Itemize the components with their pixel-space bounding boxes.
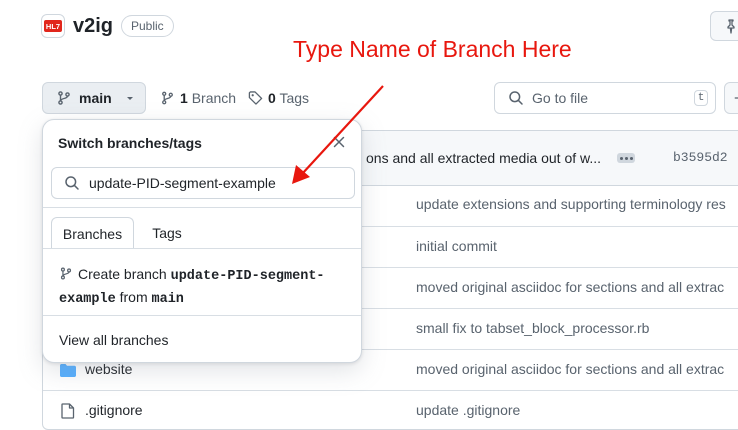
file-row[interactable]: .gitignore update .gitignore [43,390,738,429]
divider [43,207,361,208]
source-branch-name: main [151,292,184,307]
file-commit-message[interactable]: initial commit [416,238,497,254]
latest-commit-message[interactable]: ons and all extracted media out of w... [366,150,601,166]
branch-filter-field[interactable] [51,167,355,199]
org-logo[interactable]: HL7 [41,14,65,38]
search-icon [509,91,523,105]
divider [43,315,361,316]
branches-link[interactable]: 1 Branch [160,89,236,107]
tag-count-label: Tags [279,90,310,106]
hl7-logo-icon: HL7 [44,20,62,32]
commit-expand-button[interactable] [617,153,635,163]
file-name[interactable]: .gitignore [85,402,143,418]
close-icon [333,136,345,148]
pin-icon [727,19,735,34]
create-branch-prefix: Create branch [78,266,167,282]
view-all-branches-link[interactable]: View all branches [59,332,168,348]
plus-icon [734,97,738,99]
file-commit-message[interactable]: moved original asciidoc for sections and… [416,279,724,295]
file-name[interactable]: website [85,361,132,377]
create-branch-option[interactable]: Create branch update-PID-segment-example… [59,264,349,310]
file-icon [61,403,75,419]
file-commit-message[interactable]: update .gitignore [416,402,520,418]
keyboard-shortcut-hint: t [694,90,708,106]
repo-name[interactable]: v2ig [73,13,113,39]
visibility-badge: Public [121,15,174,37]
file-commit-message[interactable]: update extensions and supporting termino… [416,196,726,212]
tab-tags[interactable]: Tags [141,217,193,249]
add-file-button[interactable] [724,82,738,114]
file-commit-message[interactable]: moved original asciidoc for sections and… [416,361,724,377]
dropdown-title: Switch branches/tags [58,135,202,151]
git-branch-icon [162,91,173,105]
git-branch-icon [60,267,72,280]
branch-count-number: 1 [180,90,188,106]
git-branch-icon [58,91,70,105]
tag-icon [248,91,263,105]
pin-button[interactable] [710,11,738,41]
tag-count-number: 0 [268,90,276,106]
tab-branches[interactable]: Branches [51,217,134,249]
branch-filter-input[interactable] [89,175,339,191]
caret-down-icon [126,97,133,100]
tags-link[interactable]: 0 Tags [248,89,309,107]
close-button[interactable] [331,134,347,150]
go-to-file-placeholder: Go to file [532,90,589,106]
search-icon [65,176,79,190]
latest-commit-sha[interactable]: b3595d2 · [673,150,738,165]
branch-selector-label: main [79,90,112,106]
folder-icon [60,364,76,377]
svg-text:HL7: HL7 [46,22,60,31]
branch-selector-button[interactable]: main [42,82,146,114]
annotation-text: Type Name of Branch Here [293,36,572,62]
file-commit-message[interactable]: small fix to tabset_block_processor.rb [416,320,649,336]
tabs-underline [43,248,361,249]
go-to-file-input[interactable]: Go to file t [494,82,716,114]
create-from-word: from [119,289,148,305]
branch-count-label: Branch [191,90,237,106]
branch-switcher-dropdown: Switch branches/tags Branches Tags Creat… [42,119,362,363]
